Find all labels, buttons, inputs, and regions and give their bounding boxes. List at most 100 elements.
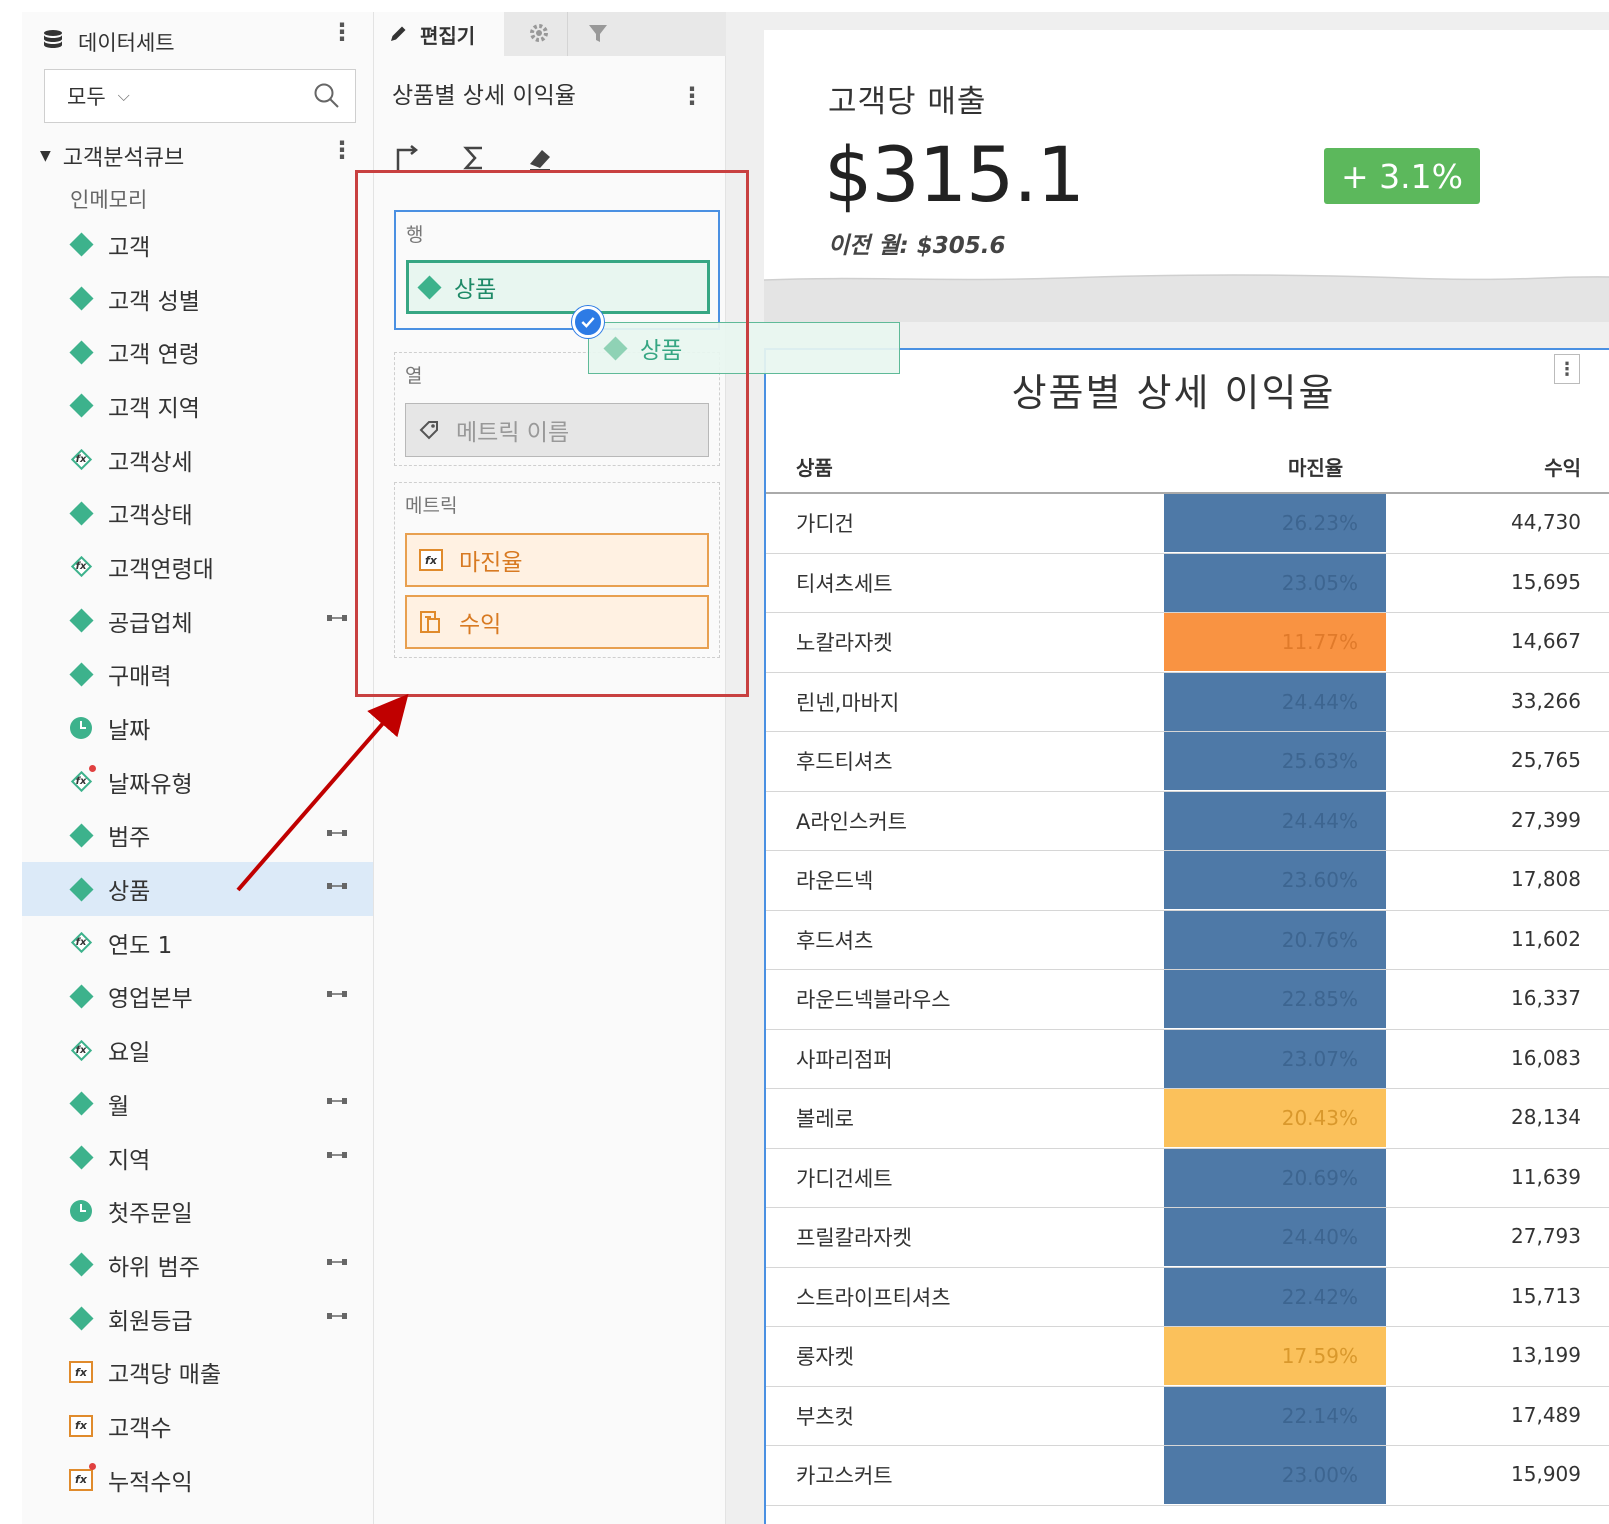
cube-tree-node[interactable]: ▼ 고객분석큐브 bbox=[40, 140, 184, 172]
field-item[interactable]: fx 날짜유형 bbox=[22, 755, 373, 809]
dataset-filter-search[interactable]: 모두 ⌵ bbox=[44, 69, 356, 123]
table-row[interactable]: A라인스커트 24.44% 27,399 bbox=[766, 791, 1609, 851]
cell-margin: 23.05% bbox=[1164, 553, 1386, 612]
hierarchy-icon[interactable] bbox=[327, 988, 347, 1000]
field-label: 범주 bbox=[108, 825, 151, 852]
header-margin[interactable]: 마진율 bbox=[1288, 452, 1343, 481]
field-item[interactable]: 회원등급 bbox=[22, 1292, 373, 1346]
dataset-filter-select[interactable]: 모두 bbox=[67, 81, 106, 111]
database-icon bbox=[42, 29, 66, 56]
hierarchy-icon[interactable] bbox=[327, 1310, 347, 1322]
cell-revenue: 28,134 bbox=[1511, 1105, 1581, 1129]
field-item[interactable]: fx 고객상세 bbox=[22, 433, 373, 487]
field-item[interactable]: 고객 연령 bbox=[22, 325, 373, 379]
calc-metric-icon: fx bbox=[68, 1359, 94, 1385]
metric-pill-label: 수익 bbox=[459, 612, 502, 638]
table-row[interactable]: 후드셔츠 20.76% 11,602 bbox=[766, 910, 1609, 970]
field-item[interactable]: fx 고객당 매출 bbox=[22, 1345, 373, 1399]
hierarchy-icon[interactable] bbox=[327, 1256, 347, 1268]
field-item[interactable]: 공급업체 bbox=[22, 594, 373, 648]
table-row[interactable]: 라운드넥블라우스 22.85% 16,337 bbox=[766, 970, 1609, 1030]
table-row[interactable]: 가디건세트 20.69% 11,639 bbox=[766, 1148, 1609, 1208]
field-item[interactable]: fx 고객수 bbox=[22, 1399, 373, 1453]
field-item[interactable]: 고객상태 bbox=[22, 486, 373, 540]
table-row[interactable]: 부츠컷 22.14% 17,489 bbox=[766, 1386, 1609, 1446]
cell-margin: 23.07% bbox=[1164, 1029, 1386, 1088]
cell-margin: 22.42% bbox=[1164, 1267, 1386, 1326]
columns-pill-metric-names[interactable]: 메트릭 이름 bbox=[405, 403, 709, 457]
kpi-card[interactable]: 고객당 매출 $315.1 + 3.1% 이전 월: $305.6 bbox=[764, 30, 1609, 290]
field-item[interactable]: fx 누적수익 bbox=[22, 1453, 373, 1507]
field-item[interactable]: 고객 지역 bbox=[22, 379, 373, 433]
rows-pill-product[interactable]: 상품 bbox=[406, 260, 710, 314]
field-label: 고객상태 bbox=[108, 503, 193, 530]
hierarchy-icon[interactable] bbox=[327, 880, 347, 892]
cell-product: 후드티셔츠 bbox=[796, 750, 893, 774]
cube-menu-icon[interactable]: ⋮ bbox=[330, 136, 354, 164]
dimension-icon bbox=[603, 335, 628, 361]
header-revenue[interactable]: 수익 bbox=[1544, 452, 1581, 481]
metric-pill-margin[interactable]: fx 마진율 bbox=[405, 533, 709, 587]
field-item[interactable]: 상품 bbox=[22, 862, 373, 916]
field-item[interactable]: 날짜 bbox=[22, 701, 373, 755]
field-item[interactable]: fx 연도 1 bbox=[22, 916, 373, 970]
field-item[interactable]: 구매력 bbox=[22, 648, 373, 702]
field-item[interactable]: 하위 범주 bbox=[22, 1238, 373, 1292]
cell-product: 린넨,마바지 bbox=[796, 690, 900, 715]
metric-pill-revenue[interactable]: 수익 bbox=[405, 595, 709, 649]
caret-down-icon[interactable]: ▼ bbox=[40, 148, 51, 164]
tab-editor[interactable]: 편집기 bbox=[374, 12, 504, 56]
table-row[interactable]: 스트라이프티셔츠 22.42% 15,713 bbox=[766, 1267, 1609, 1327]
dimension-icon bbox=[68, 232, 94, 258]
gear-icon[interactable] bbox=[524, 18, 554, 48]
hierarchy-icon[interactable] bbox=[327, 1149, 347, 1161]
eraser-icon[interactable] bbox=[524, 142, 556, 174]
search-icon[interactable] bbox=[313, 82, 341, 110]
table-row[interactable]: 볼레로 20.43% 28,134 bbox=[766, 1089, 1609, 1149]
metrics-drop-zone[interactable]: 메트릭 fx 마진율 수익 bbox=[394, 482, 720, 658]
field-item[interactable]: 첫주문일 bbox=[22, 1184, 373, 1238]
field-item[interactable]: 고객 성별 bbox=[22, 272, 373, 326]
field-item[interactable]: fx 요일 bbox=[22, 1023, 373, 1077]
field-label: 첫주문일 bbox=[108, 1201, 193, 1228]
editor-menu-icon[interactable]: ⋮ bbox=[680, 82, 704, 110]
rows-drop-zone[interactable]: 행 상품 bbox=[394, 210, 720, 330]
table-row[interactable]: 노칼라자켓 11.77% 14,667 bbox=[766, 613, 1609, 673]
chevron-down-icon[interactable]: ⌵ bbox=[118, 86, 130, 106]
cell-margin: 22.85% bbox=[1164, 970, 1386, 1028]
table-row[interactable]: 후드티셔츠 25.63% 25,765 bbox=[766, 732, 1609, 792]
hierarchy-icon[interactable] bbox=[327, 827, 347, 839]
tab-divider bbox=[567, 12, 568, 56]
cell-product: 후드셔츠 bbox=[796, 928, 874, 953]
table-row[interactable]: 카고스커트 23.00% 15,909 bbox=[766, 1446, 1609, 1506]
dataset-panel: 데이터세트 ⋮ 모두 ⌵ ▼ 고객분석큐브 ⋮ 인메모리 고객 고객 성별 고객 연… bbox=[22, 12, 374, 1524]
cell-product: 라운드넥블라우스 bbox=[796, 988, 951, 1012]
table-row[interactable]: 린넨,마바지 24.44% 33,266 bbox=[766, 672, 1609, 732]
field-item[interactable]: 고객 bbox=[22, 218, 373, 272]
field-item[interactable]: 영업본부 bbox=[22, 970, 373, 1024]
table-row[interactable]: 프릴칼라자켓 24.40% 27,793 bbox=[766, 1208, 1609, 1268]
table-row[interactable]: 라운드넥 23.60% 17,808 bbox=[766, 851, 1609, 911]
table-row[interactable]: 가디건 26.23% 44,730 bbox=[766, 494, 1609, 554]
cell-product: 롱자켓 bbox=[796, 1345, 854, 1369]
filter-icon[interactable] bbox=[584, 20, 612, 48]
field-item[interactable]: 월 bbox=[22, 1077, 373, 1131]
sum-icon[interactable] bbox=[458, 142, 490, 174]
field-item[interactable]: 범주 bbox=[22, 809, 373, 863]
table-row[interactable]: 사파리점퍼 23.07% 16,083 bbox=[766, 1029, 1609, 1089]
editor-title[interactable]: 상품별 상세 이익율 bbox=[392, 76, 576, 110]
field-item[interactable]: 지역 bbox=[22, 1131, 373, 1185]
grid-widget[interactable]: 상품별 상세 이익율 ⋮ 상품 마진율 수익 가디건 26.23% 44,730 티셔… bbox=[764, 348, 1609, 1524]
dimension-icon bbox=[68, 339, 94, 365]
widget-menu-icon[interactable]: ⋮ bbox=[1554, 354, 1580, 384]
pivot-icon[interactable] bbox=[392, 142, 424, 174]
dashboard-canvas: 고객당 매출 $315.1 + 3.1% 이전 월: $305.6 상품별 상세… bbox=[726, 12, 1609, 1524]
field-item[interactable]: fx 고객연령대 bbox=[22, 540, 373, 594]
table-row[interactable]: 롱자켓 17.59% 13,199 bbox=[766, 1327, 1609, 1387]
hierarchy-icon[interactable] bbox=[327, 612, 347, 624]
hierarchy-icon[interactable] bbox=[327, 1095, 347, 1107]
table-row[interactable]: 티셔츠세트 23.05% 15,695 bbox=[766, 553, 1609, 613]
cell-margin: 25.63% bbox=[1164, 732, 1386, 790]
header-product[interactable]: 상품 bbox=[796, 452, 833, 481]
dataset-menu-icon[interactable]: ⋮ bbox=[330, 18, 354, 46]
